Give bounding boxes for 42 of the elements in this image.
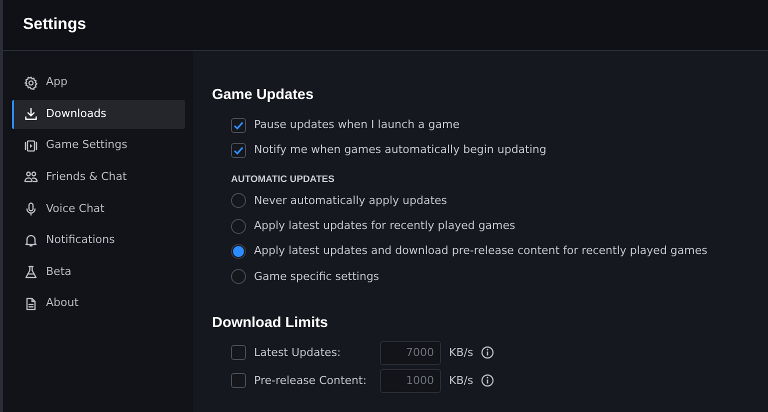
people-icon	[24, 170, 38, 184]
sidebar-item[interactable]: Voice Chat	[12, 194, 185, 224]
option-label: Apply latest updates and download pre-release content for recently played games	[254, 243, 708, 260]
info-icon[interactable]	[481, 346, 494, 360]
sidebar-item[interactable]: Notifications	[12, 226, 185, 255]
option-label: Notify me when games automatically begin updating	[254, 142, 546, 158]
radio-button[interactable]	[231, 193, 246, 208]
radio-button[interactable]	[231, 244, 246, 259]
speed-limit-field[interactable]: 7000	[380, 340, 441, 365]
download-icon	[24, 107, 38, 122]
sidebar-item[interactable]: Beta	[12, 258, 185, 287]
option-label: Never automatically apply updates	[254, 192, 448, 209]
document-icon	[24, 296, 38, 311]
checkbox[interactable]	[231, 345, 246, 360]
section-heading: Download Limits	[212, 315, 329, 333]
sidebar-item[interactable]: Game Settings	[12, 131, 185, 160]
sidebar-item[interactable]: Friends & Chat	[12, 162, 185, 192]
radio-button[interactable]	[231, 269, 246, 284]
option-label: Latest Updates:	[254, 344, 342, 361]
bell-icon	[24, 233, 38, 248]
checkbox[interactable]	[231, 118, 246, 133]
speed-limit-field[interactable]: 1000	[380, 368, 441, 393]
sidebar-item[interactable]: About	[12, 289, 185, 318]
option-label: Pause updates when I launch a game	[254, 116, 460, 133]
info-icon[interactable]	[481, 374, 494, 388]
window-title: Settings	[23, 15, 86, 35]
unit-label: KB/s	[449, 344, 474, 361]
option-label: Apply latest updates for recently played games	[254, 218, 516, 234]
radio-button[interactable]	[231, 218, 246, 234]
section-heading: Game Updates	[212, 87, 315, 104]
sidebar-item[interactable]: Downloads	[12, 100, 185, 129]
game-icon	[24, 138, 38, 153]
checkbox[interactable]	[231, 142, 246, 158]
unit-label: KB/s	[449, 372, 474, 389]
option-label: Game specific settings	[254, 268, 380, 285]
sidebar-item[interactable]: App	[12, 68, 185, 97]
subsection-heading: AUTOMATIC UPDATES	[230, 172, 336, 187]
option-label: Pre-release Content:	[254, 372, 368, 389]
gear-icon	[24, 76, 38, 90]
microphone-icon	[24, 202, 38, 216]
checkbox[interactable]	[231, 373, 246, 388]
flask-icon	[24, 265, 38, 280]
